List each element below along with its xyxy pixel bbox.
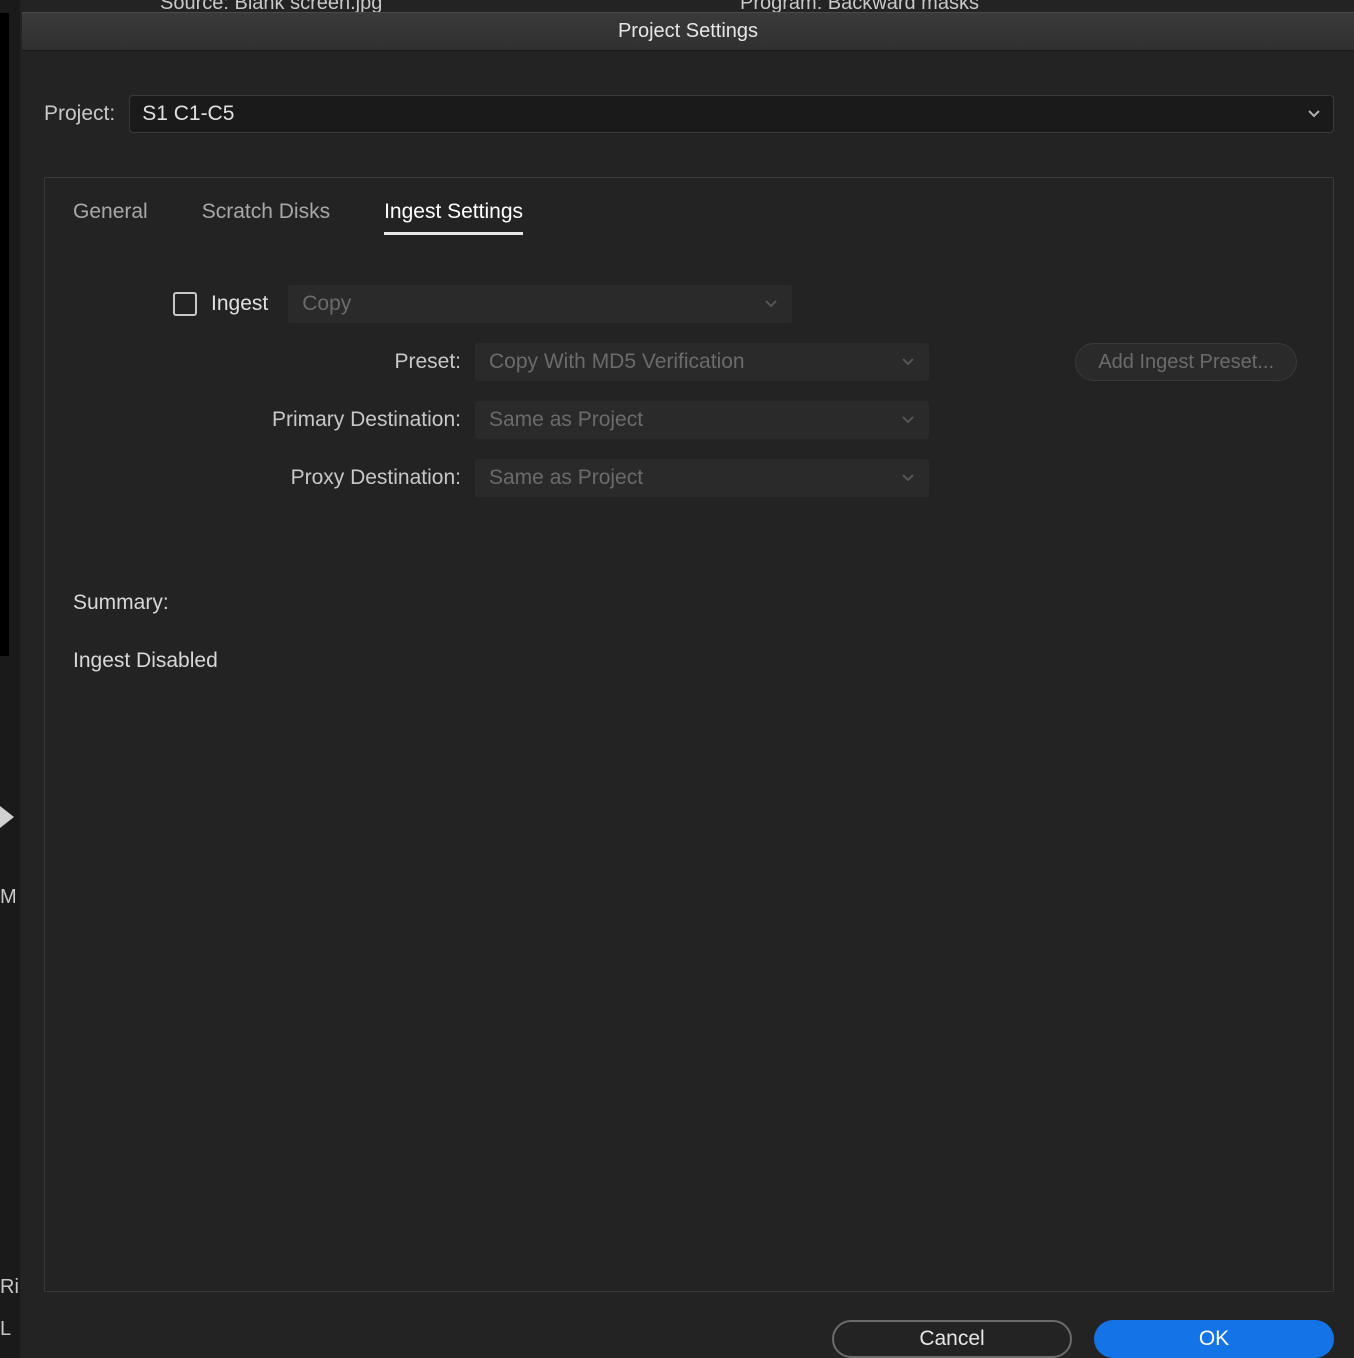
- ingest-checkbox[interactable]: [173, 292, 197, 316]
- dialog-button-row: Cancel OK: [22, 1292, 1354, 1358]
- project-select[interactable]: S1 C1-C5: [129, 95, 1334, 133]
- dialog-title: Project Settings: [22, 13, 1354, 51]
- proxy-destination-value: Same as Project: [489, 466, 643, 490]
- proxy-destination-label: Proxy Destination:: [73, 466, 461, 490]
- summary-block: Summary: Ingest Disabled: [45, 517, 1333, 673]
- primary-destination-label: Primary Destination:: [73, 408, 461, 432]
- proxy-destination-select[interactable]: Same as Project: [475, 459, 929, 497]
- chevron-down-icon: [901, 355, 915, 369]
- tab-scratch-disks[interactable]: Scratch Disks: [202, 200, 330, 235]
- project-label: Project:: [44, 102, 115, 126]
- chevron-down-icon: [901, 471, 915, 485]
- add-ingest-preset-button[interactable]: Add Ingest Preset...: [1075, 343, 1297, 381]
- preset-value: Copy With MD5 Verification: [489, 350, 745, 374]
- preset-label: Preset:: [73, 350, 461, 374]
- tabs: General Scratch Disks Ingest Settings: [45, 178, 1333, 235]
- cancel-button[interactable]: Cancel: [832, 1320, 1072, 1358]
- chevron-down-icon: [901, 413, 915, 427]
- preset-select[interactable]: Copy With MD5 Verification: [475, 343, 929, 381]
- chevron-down-icon: [1307, 107, 1321, 121]
- summary-text: Ingest Disabled: [73, 649, 1305, 673]
- ingest-settings-body: Ingest Copy Preset: Copy With MD5 Verifi…: [45, 235, 1333, 517]
- preset-row: Preset: Copy With MD5 Verification Add I…: [73, 343, 1305, 381]
- primary-destination-row: Primary Destination: Same as Project: [73, 401, 1305, 439]
- ingest-mode-value: Copy: [302, 292, 351, 316]
- primary-destination-select[interactable]: Same as Project: [475, 401, 929, 439]
- ingest-mode-select[interactable]: Copy: [288, 285, 792, 323]
- summary-title: Summary:: [73, 591, 1305, 615]
- project-select-value: S1 C1-C5: [142, 102, 234, 126]
- bg-frag-l: L: [0, 1318, 11, 1341]
- project-settings-dialog: Project Settings Project: S1 C1-C5 Gener…: [22, 12, 1354, 1358]
- ingest-form: Preset: Copy With MD5 Verification Add I…: [73, 343, 1305, 497]
- project-row: Project: S1 C1-C5: [22, 51, 1354, 133]
- chevron-down-icon: [764, 297, 778, 311]
- bg-frag-m: M: [0, 886, 17, 909]
- bg-frag-ri: Ri: [0, 1276, 19, 1299]
- ingest-checkbox-label: Ingest: [211, 292, 268, 316]
- primary-destination-value: Same as Project: [489, 408, 643, 432]
- proxy-destination-row: Proxy Destination: Same as Project: [73, 459, 1305, 497]
- ingest-enable-row: Ingest Copy: [173, 285, 1305, 323]
- tab-ingest-settings[interactable]: Ingest Settings: [384, 200, 523, 235]
- tab-general[interactable]: General: [73, 200, 148, 235]
- bg-left-dark: [0, 13, 9, 656]
- settings-panel: General Scratch Disks Ingest Settings In…: [44, 177, 1334, 1292]
- ok-button[interactable]: OK: [1094, 1320, 1334, 1358]
